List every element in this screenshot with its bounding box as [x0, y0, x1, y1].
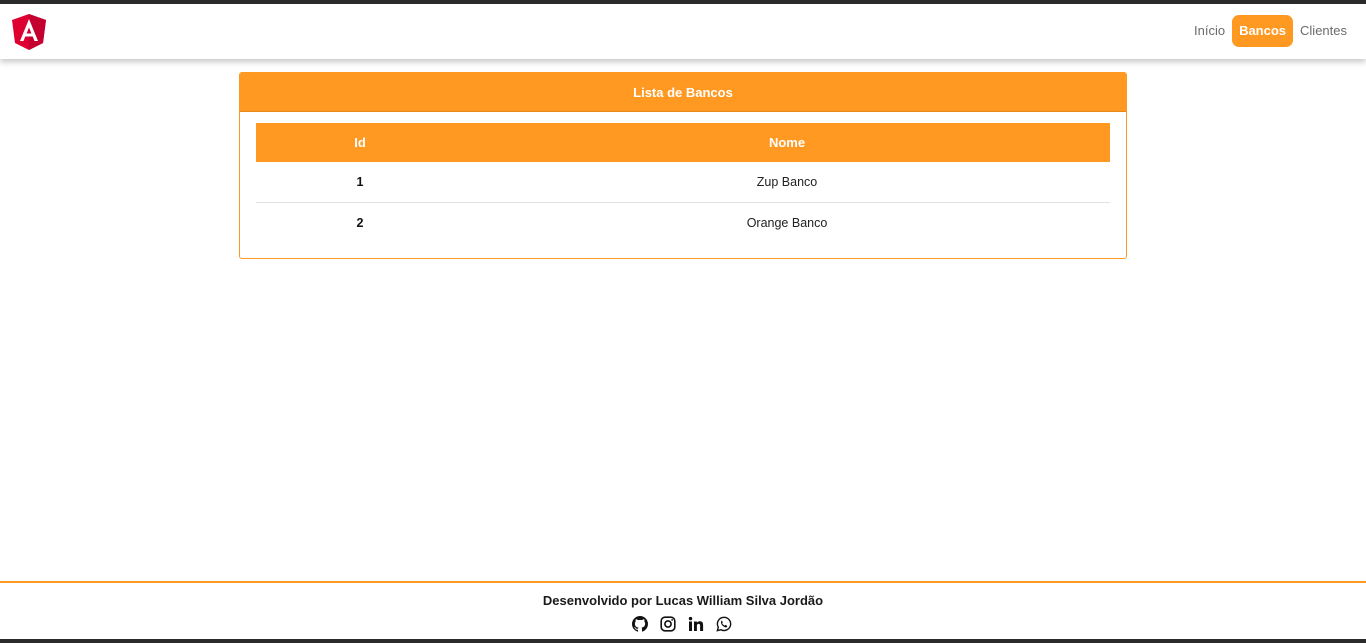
github-icon[interactable]: [632, 616, 648, 632]
banks-table-wrapper: Id Nome 1 Zup Banco 2 Orange Banco: [256, 123, 1110, 243]
angular-logo-icon[interactable]: [12, 14, 46, 50]
whatsapp-icon[interactable]: [716, 616, 732, 632]
column-header-name: Nome: [768, 135, 806, 150]
banks-table: Id Nome 1 Zup Banco 2 Orange Banco: [256, 123, 1110, 243]
cell-name: Zup Banco: [464, 162, 1110, 203]
nav-links: Início Bancos Clientes: [1189, 15, 1352, 47]
cell-id: 1: [256, 162, 464, 203]
cell-name: Orange Banco: [746, 216, 828, 230]
nav-link-bancos[interactable]: Bancos: [1232, 15, 1294, 47]
banks-card: Lista de Bancos Id Nome 1 Zup Banco 2 Or…: [239, 72, 1127, 259]
table-header-row: Id Nome: [256, 123, 1110, 162]
window-bottom-edge: [0, 639, 1366, 643]
nav-link-clientes[interactable]: Clientes: [1295, 15, 1352, 47]
linkedin-icon[interactable]: [688, 616, 704, 632]
card-title: Lista de Bancos: [240, 73, 1126, 112]
table-row: 2 Orange Banco: [256, 203, 1110, 244]
footer-credit: Desenvolvido por Lucas William Silva Jor…: [542, 593, 824, 608]
footer: Desenvolvido por Lucas William Silva Jor…: [0, 581, 1366, 641]
column-header-id: Id: [354, 135, 366, 150]
cell-id: 2: [356, 216, 364, 230]
nav-link-inicio[interactable]: Início: [1189, 15, 1230, 47]
table-row: 1 Zup Banco: [256, 162, 1110, 203]
instagram-icon[interactable]: [660, 616, 676, 632]
navbar: Início Bancos Clientes: [0, 4, 1366, 59]
social-links: [632, 616, 732, 632]
